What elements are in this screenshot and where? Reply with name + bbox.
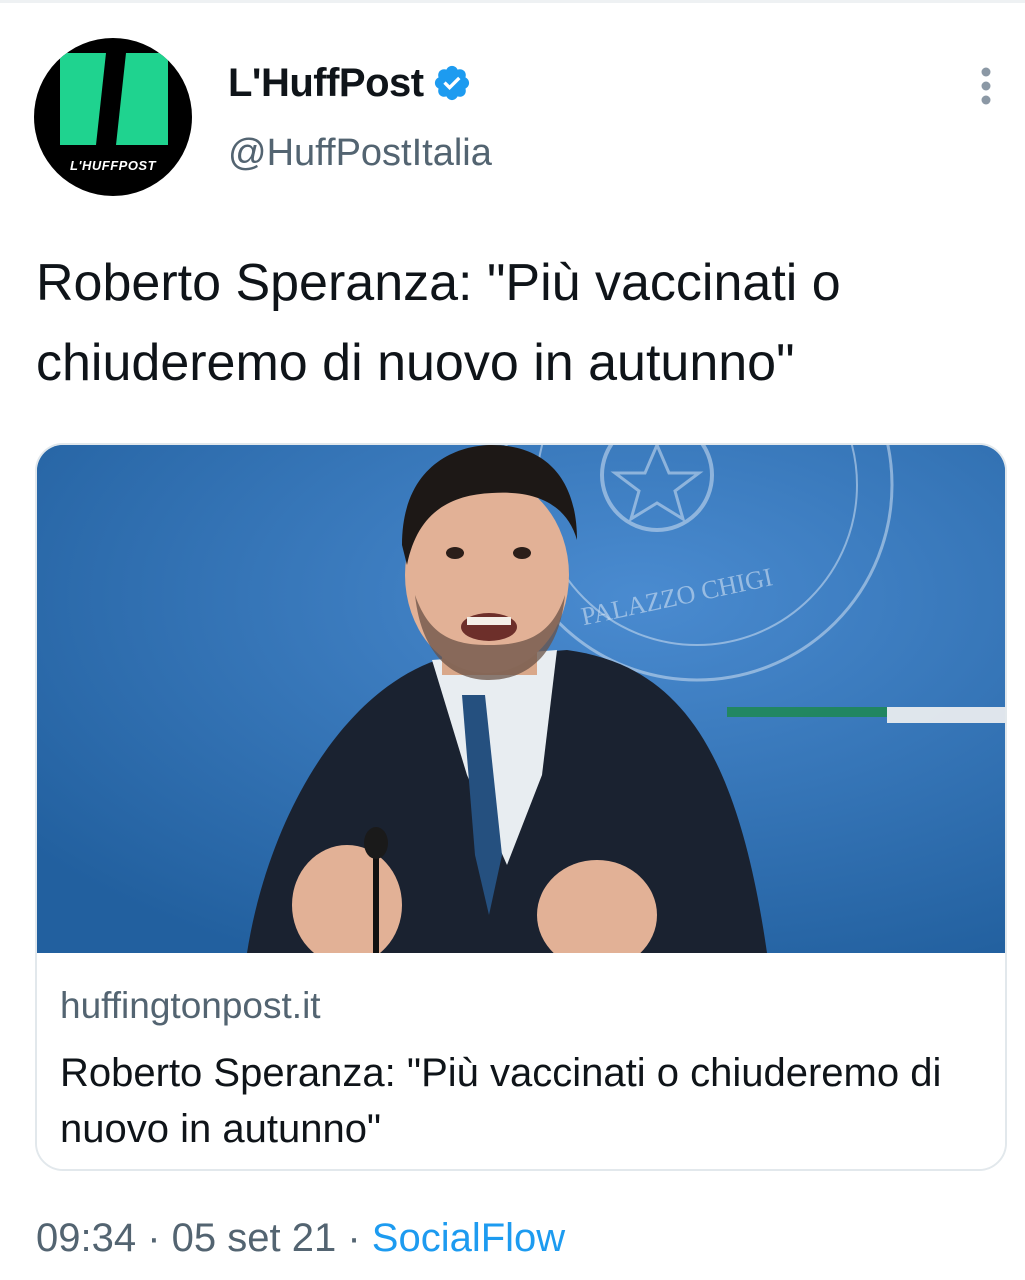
tweet-meta: 09:34 · 05 set 21 · SocialFlow <box>36 1216 565 1261</box>
avatar-wordmark: L'HUFFPOST <box>69 158 157 173</box>
handle[interactable]: @HuffPostItalia <box>228 132 492 175</box>
meta-separator-2: · <box>336 1216 372 1260</box>
meta-separator: · <box>136 1216 172 1260</box>
tweet: L'HUFFPOST L'HuffPost @HuffPostItalia Ro… <box>0 0 1025 1280</box>
link-card[interactable]: PALAZZO CHIGI huffingtonpost.it Roberto … <box>35 443 1007 1171</box>
tweet-source-link[interactable]: SocialFlow <box>372 1216 565 1260</box>
avatar[interactable]: L'HUFFPOST <box>34 38 192 196</box>
card-image[interactable]: PALAZZO CHIGI <box>37 445 1005 953</box>
author-name-row[interactable]: L'HuffPost <box>228 58 472 108</box>
press-photo-icon: PALAZZO CHIGI <box>37 445 1005 953</box>
more-vertical-icon[interactable] <box>966 62 1006 114</box>
card-body[interactable]: huffingtonpost.it Roberto Speranza: "Più… <box>37 953 1005 1169</box>
card-title: Roberto Speranza: "Più vaccinati o chiud… <box>60 1051 942 1151</box>
tweet-date[interactable]: 05 set 21 <box>172 1216 337 1260</box>
tweet-text: Roberto Speranza: "Più vaccinati o chiud… <box>36 254 841 392</box>
display-name[interactable]: L'HuffPost <box>228 61 424 106</box>
verified-badge-icon <box>434 65 469 101</box>
tweet-time[interactable]: 09:34 <box>36 1216 136 1260</box>
card-domain: huffingtonpost.it <box>60 985 321 1026</box>
huffpost-logo-icon <box>60 53 168 145</box>
